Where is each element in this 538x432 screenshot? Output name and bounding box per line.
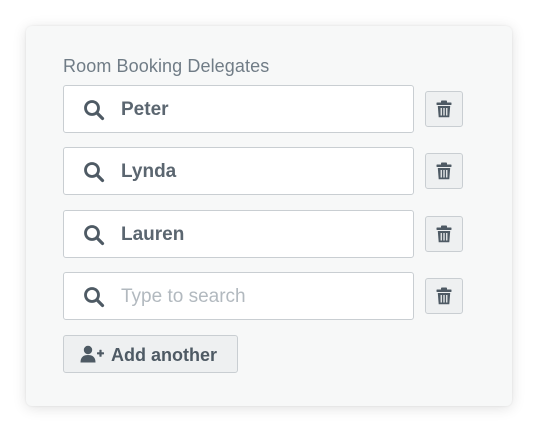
trash-icon — [436, 100, 452, 118]
remove-delegate-button[interactable] — [425, 216, 463, 252]
delegate-search-field[interactable]: Lauren — [63, 210, 414, 258]
delegate-row: Peter — [63, 85, 463, 135]
delegate-row: Lauren — [63, 210, 463, 260]
trash-icon — [436, 225, 452, 243]
trash-icon — [436, 162, 452, 180]
delegate-row: Type to search — [63, 272, 463, 322]
delegate-name: Lauren — [121, 224, 185, 245]
search-icon — [84, 100, 105, 121]
user-plus-icon — [80, 345, 104, 363]
search-icon — [84, 225, 105, 246]
add-another-button[interactable]: Add another — [63, 335, 238, 373]
remove-delegate-button[interactable] — [425, 91, 463, 127]
delegate-search-field[interactable]: Peter — [63, 85, 414, 133]
search-icon — [84, 287, 105, 308]
search-placeholder: Type to search — [121, 286, 246, 307]
delegate-search-field[interactable]: Lynda — [63, 147, 414, 195]
delegate-search-field[interactable]: Type to search — [63, 272, 414, 320]
delegates-card: Room Booking Delegates Peter Lynda Laure… — [26, 26, 512, 406]
delegate-name: Peter — [121, 99, 169, 120]
delegate-row: Lynda — [63, 147, 463, 197]
search-icon — [84, 162, 105, 183]
add-another-label: Add another — [111, 345, 217, 365]
trash-icon — [436, 287, 452, 305]
remove-delegate-button[interactable] — [425, 153, 463, 189]
delegate-name: Lynda — [121, 161, 177, 182]
remove-delegate-button[interactable] — [425, 278, 463, 314]
section-label: Room Booking Delegates — [63, 56, 270, 76]
